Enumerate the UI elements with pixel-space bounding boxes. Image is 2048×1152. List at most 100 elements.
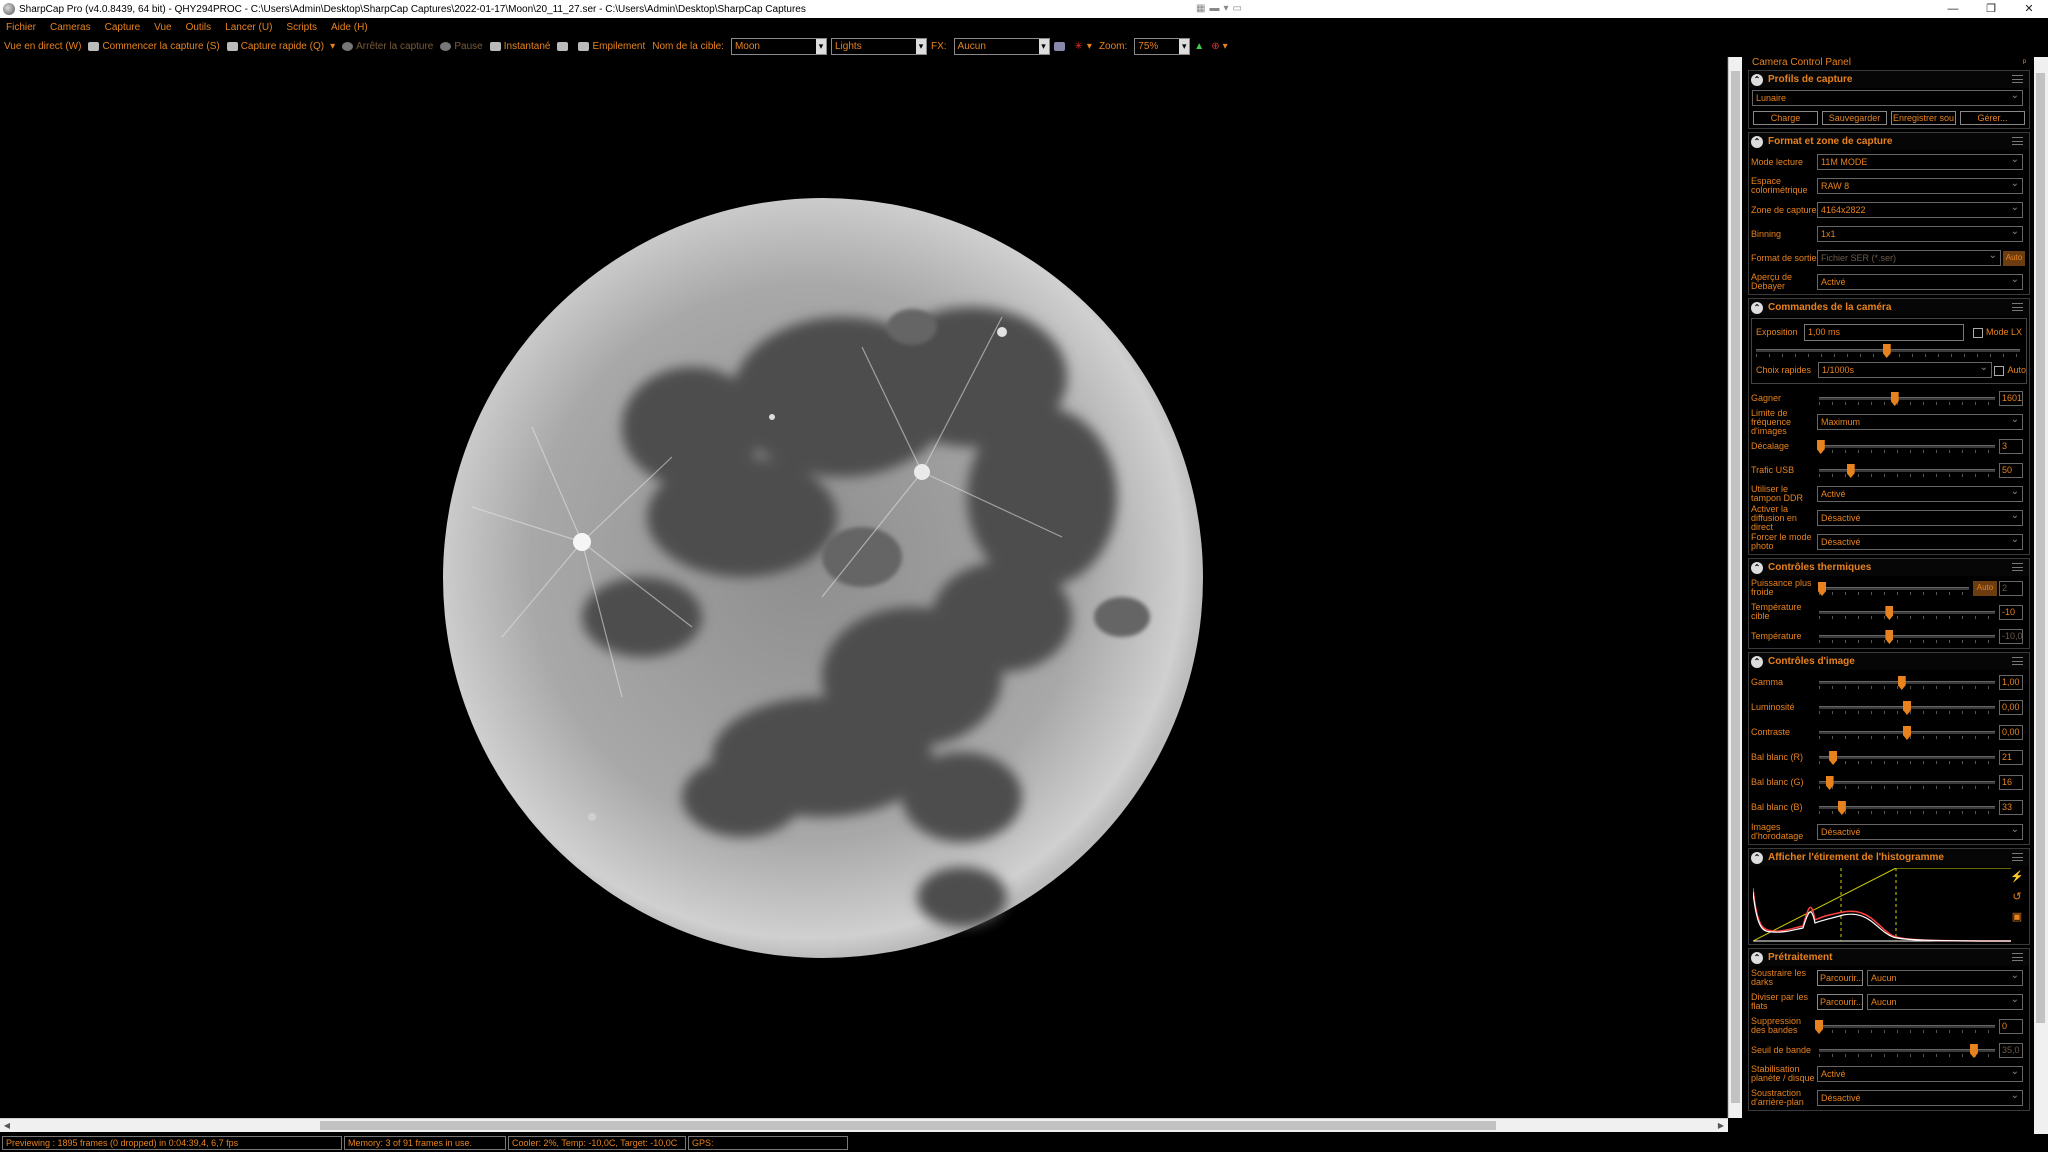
menu-vue[interactable]: Vue <box>154 22 171 33</box>
menu-cameras[interactable]: Cameras <box>50 22 91 33</box>
chevron-up-icon[interactable]: ⌃ <box>1751 561 1763 574</box>
menu-scripts[interactable]: Scripts <box>286 22 317 33</box>
output-format-select[interactable]: Fichier SER (*.ser) <box>1817 249 2001 266</box>
chevron-down-icon[interactable]: ▾ <box>1223 41 1228 52</box>
profile-select[interactable]: Lunaire <box>1752 89 2023 106</box>
horizontal-scrollbar[interactable]: ◀ ▶ <box>0 1118 1728 1132</box>
grid-button[interactable] <box>1053 42 1068 51</box>
contrast-value[interactable]: 0,00 <box>1999 725 2023 740</box>
cooler-power-slider[interactable] <box>1818 582 1969 596</box>
chevron-up-icon[interactable]: ⌃ <box>1751 655 1763 668</box>
timestamp-select[interactable]: Désactivé <box>1817 823 2023 840</box>
gain-slider[interactable] <box>1819 392 1995 406</box>
zoom-select[interactable]: 75% <box>1134 38 1191 55</box>
offset-value[interactable]: 3 <box>1999 439 2023 454</box>
quick-capture-button[interactable]: Capture rapide (Q) ▾ <box>226 41 335 52</box>
section-header-format[interactable]: ⌃ Format et zone de capture <box>1749 133 2029 150</box>
darks-browse-button[interactable]: Parcourir... <box>1817 970 1864 986</box>
save-icon[interactable]: ▣ <box>2009 910 2025 926</box>
section-header-profiles[interactable]: ⌃ Profils de capture <box>1749 71 2029 88</box>
gain-value[interactable]: 1601 <box>1999 391 2023 406</box>
usb-traffic-slider[interactable] <box>1819 464 1995 478</box>
menu-outils[interactable]: Outils <box>186 22 212 33</box>
menu-capture[interactable]: Capture <box>105 22 141 33</box>
flats-select[interactable]: Aucun <box>1867 993 2023 1010</box>
fx-select[interactable]: Aucun <box>953 38 1050 55</box>
ddr-buffer-select[interactable]: Activé <box>1817 485 2023 502</box>
pin-icon[interactable]: ᵖ <box>2023 57 2026 67</box>
wb-red-slider[interactable] <box>1819 751 1995 765</box>
menu-icon[interactable] <box>2012 303 2023 311</box>
chevron-down-icon[interactable]: ▾ <box>1087 41 1092 52</box>
flats-browse-button[interactable]: Parcourir... <box>1817 994 1864 1010</box>
brightness-value[interactable]: 0,00 <box>1999 700 2023 715</box>
target-name-select[interactable]: Moon <box>730 38 827 55</box>
scroll-right-icon[interactable]: ▶ <box>1714 1119 1728 1132</box>
save-profile-button[interactable]: Sauvegarder <box>1822 111 1887 125</box>
reticle-overlay-button[interactable]: ✳ ▾ <box>1075 41 1092 52</box>
chevron-up-icon[interactable]: ⌃ <box>1751 851 1763 864</box>
menu-icon[interactable] <box>2012 853 2023 861</box>
menu-icon[interactable] <box>2012 657 2023 665</box>
frame-type-select[interactable]: Lights <box>830 38 927 55</box>
section-header-image[interactable]: ⌃ Contrôles d'image <box>1749 653 2029 670</box>
gamma-slider[interactable] <box>1819 676 1995 690</box>
gamma-value[interactable]: 1,00 <box>1999 675 2023 690</box>
exposure-input[interactable]: 1,00 ms <box>1804 324 1964 341</box>
pause-button[interactable]: Pause <box>440 41 483 52</box>
snapshot-button[interactable]: Instantané <box>489 41 550 52</box>
panel-scrollbar[interactable] <box>2034 57 2048 1134</box>
menu-icon[interactable] <box>2012 953 2023 961</box>
contrast-slider[interactable] <box>1819 726 1995 740</box>
quick-picks-select[interactable]: 1/1000s <box>1818 361 1992 378</box>
maximize-button[interactable]: ❐ <box>1972 0 2010 18</box>
banding-threshold-slider[interactable] <box>1819 1044 1995 1058</box>
wb-blue-slider[interactable] <box>1819 801 1995 815</box>
histogram-button[interactable]: ▲ <box>1194 41 1204 52</box>
lx-mode-checkbox[interactable]: Mode LX <box>1972 327 2022 338</box>
target-temp-value[interactable]: -10 <box>1999 605 2023 620</box>
section-header-preprocessing[interactable]: ⌃ Prétraitement <box>1749 949 2029 966</box>
section-header-thermal[interactable]: ⌃ Contrôles thermiques <box>1749 559 2029 576</box>
stacking-button[interactable]: Empilement <box>578 41 645 52</box>
menu-icon[interactable] <box>2012 75 2023 83</box>
photo-mode-select[interactable]: Désactivé <box>1817 533 2023 550</box>
scroll-left-icon[interactable]: ◀ <box>0 1119 14 1132</box>
chevron-up-icon[interactable]: ⌃ <box>1751 135 1763 148</box>
color-space-select[interactable]: RAW 8 <box>1817 177 2023 194</box>
live-broadcast-select[interactable]: Désactivé <box>1817 509 2023 526</box>
reset-icon[interactable]: ↺ <box>2009 890 2025 906</box>
image-viewport[interactable] <box>0 57 1728 1118</box>
stop-capture-button[interactable]: Arrêter la capture <box>342 41 433 52</box>
panel-scroll-thumb[interactable] <box>2036 73 2045 1023</box>
menu-icon[interactable] <box>2012 563 2023 571</box>
start-capture-button[interactable]: Commencer la capture (S) <box>88 41 220 52</box>
lightning-icon[interactable]: ⚡ <box>2009 870 2025 886</box>
banding-suppression-slider[interactable] <box>1815 1020 1995 1034</box>
darks-select[interactable]: Aucun <box>1867 969 2023 986</box>
histogram-stretch-view[interactable]: ⚡ ↺ ▣ <box>1753 868 2025 942</box>
close-button[interactable]: ✕ <box>2010 0 2048 18</box>
wb-green-slider[interactable] <box>1819 776 1995 790</box>
capture-area-select[interactable]: 4164x2822 <box>1817 201 2023 218</box>
horizontal-scroll-thumb[interactable] <box>320 1121 1496 1130</box>
banding-suppression-value[interactable]: 0 <box>1999 1019 2023 1034</box>
lx-mode-check[interactable] <box>1972 327 1983 338</box>
chevron-up-icon[interactable]: ⌃ <box>1751 301 1763 314</box>
load-profile-button[interactable]: Charge <box>1753 111 1818 125</box>
chevron-down-icon[interactable]: ▾ <box>330 41 335 52</box>
section-header-histogram[interactable]: ⌃ Afficher l'étirement de l'histogramme <box>1749 849 2029 866</box>
vertical-scrollbar[interactable] <box>1728 57 1742 1118</box>
section-header-camera[interactable]: ⌃ Commandes de la caméra <box>1749 299 2029 316</box>
chevron-up-icon[interactable]: ⌃ <box>1751 951 1763 964</box>
menu-icon[interactable] <box>2012 137 2023 145</box>
cooler-auto-button[interactable]: Auto <box>1973 581 1997 596</box>
wb-blue-value[interactable]: 33 <box>1999 800 2023 815</box>
offset-slider[interactable] <box>1816 440 1995 454</box>
manage-profiles-button[interactable]: Gérer... <box>1960 111 2025 125</box>
menu-fichier[interactable]: Fichier <box>6 22 36 33</box>
stabilization-select[interactable]: Activé <box>1817 1065 2023 1082</box>
exposure-slider[interactable] <box>1756 344 2020 358</box>
exposure-auto-checkbox[interactable]: Auto <box>1994 365 2026 376</box>
reticle-button[interactable] <box>557 42 571 51</box>
